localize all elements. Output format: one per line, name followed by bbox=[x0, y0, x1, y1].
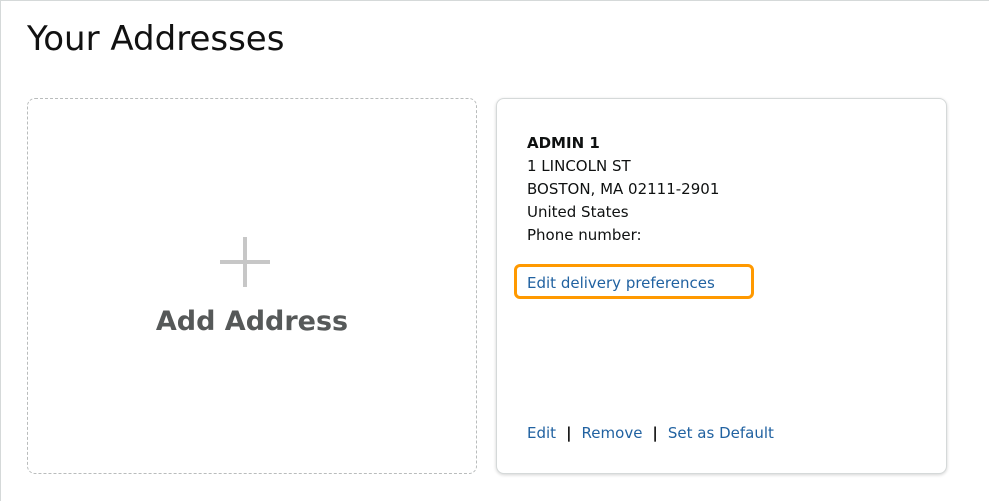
plus-icon bbox=[220, 237, 270, 287]
address-phone: Phone number: bbox=[527, 226, 642, 244]
address-name: ADMIN 1 bbox=[527, 134, 600, 152]
address-card: ADMIN 1 1 LINCOLN ST BOSTON, MA 02111-29… bbox=[496, 98, 947, 474]
edit-delivery-preferences-link[interactable]: Edit delivery preferences bbox=[527, 273, 715, 293]
address-street: 1 LINCOLN ST bbox=[527, 157, 631, 175]
add-address-card[interactable]: Add Address bbox=[27, 98, 477, 474]
address-country: United States bbox=[527, 203, 629, 221]
page-title: Your Addresses bbox=[27, 19, 285, 59]
address-actions: Edit | Remove | Set as Default bbox=[527, 423, 774, 443]
set-as-default-link[interactable]: Set as Default bbox=[668, 424, 774, 442]
address-city-state-zip: BOSTON, MA 02111-2901 bbox=[527, 180, 720, 198]
action-separator: | bbox=[566, 424, 572, 442]
add-address-label: Add Address bbox=[155, 306, 349, 337]
remove-link[interactable]: Remove bbox=[582, 424, 643, 442]
edit-link[interactable]: Edit bbox=[527, 424, 556, 442]
action-separator: | bbox=[652, 424, 658, 442]
page-frame: Your Addresses Add Address ADMIN 1 1 LIN… bbox=[0, 0, 989, 501]
address-block: ADMIN 1 1 LINCOLN ST BOSTON, MA 02111-29… bbox=[527, 132, 719, 247]
